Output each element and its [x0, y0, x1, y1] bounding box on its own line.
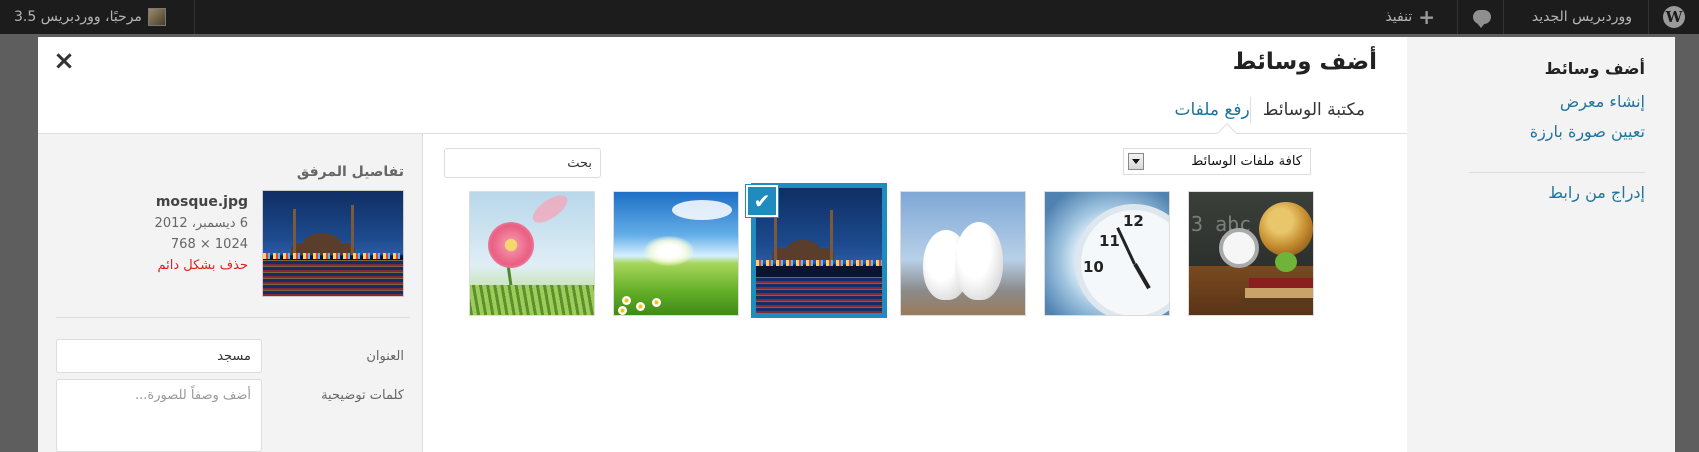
waterfront-lights — [756, 260, 882, 266]
mosque-image — [263, 191, 403, 296]
media-filter-label: كافة ملفات الوسائط — [1191, 154, 1302, 169]
grass-shape — [470, 285, 594, 315]
attachments-browser: كافة ملفات الوسائط 3 abc — [423, 134, 1407, 452]
water-reflection — [263, 260, 403, 296]
media-menu: أضف وسائط إنشاء معرض تعيين صورة بارزة إد… — [1407, 37, 1675, 452]
media-frame: × أضف وسائط رفع ملفات مكتبة الوسائط تفاص… — [38, 37, 1407, 452]
search-input[interactable] — [444, 148, 601, 178]
wordpress-logo-menu[interactable]: W — [1663, 0, 1685, 34]
admin-bar-divider — [194, 0, 195, 34]
water-reflection — [756, 277, 882, 313]
title-field[interactable] — [56, 339, 262, 373]
attachment-thumbnail[interactable]: 12 10 11 — [1044, 191, 1170, 316]
menu-item-add-media[interactable]: أضف وسائط — [1545, 59, 1645, 78]
admin-bar-divider — [1648, 0, 1649, 34]
flower-head-shape — [488, 222, 534, 268]
daisy-shape — [622, 296, 631, 305]
attachment-thumbnail[interactable] — [469, 191, 595, 316]
chevron-down-icon — [1128, 153, 1144, 170]
minaret — [774, 214, 777, 260]
tab-divider — [1249, 97, 1251, 123]
details-thumbnail — [262, 190, 404, 297]
clock-face: 12 10 11 — [1075, 204, 1169, 315]
menu-item-create-gallery[interactable]: إنشاء معرض — [1560, 92, 1645, 111]
details-info: mosque.jpg 6 ديسمبر، 2012 1024 × 768 حذف… — [155, 192, 248, 276]
minaret — [351, 205, 354, 255]
details-separator — [56, 317, 410, 318]
details-date: 6 ديسمبر، 2012 — [154, 216, 248, 231]
frame-title: أضف وسائط — [1232, 49, 1377, 75]
comment-bubble-icon — [1473, 10, 1491, 28]
media-filter-select[interactable]: كافة ملفات الوسائط — [1123, 148, 1311, 175]
dove-shape — [955, 222, 1003, 300]
cloud-shape — [672, 200, 732, 220]
my-account-menu[interactable]: مرحبًا، ووردبريس 3.5 — [14, 0, 166, 34]
attachment-sidebar: تفاصيل المرفق mosque.jpg 6 ديسمبر، 2012 … — [38, 134, 423, 452]
new-content-menu[interactable]: + تنفيذ — [1385, 0, 1435, 34]
doves-image — [901, 192, 1025, 315]
site-name-link[interactable]: ووردبريس الجديد — [1532, 0, 1632, 34]
attachment-details: تفاصيل المرفق mosque.jpg 6 ديسمبر، 2012 … — [38, 134, 423, 452]
tab-upload-files[interactable]: رفع ملفات — [1162, 97, 1249, 123]
frame-content: تفاصيل المرفق mosque.jpg 6 ديسمبر، 2012 … — [38, 134, 1407, 452]
details-heading: تفاصيل المرفق — [296, 164, 404, 180]
avatar — [147, 8, 166, 26]
selected-check-icon[interactable]: ✔ — [746, 185, 778, 217]
globe-shape — [1259, 202, 1313, 256]
clock-image: 12 10 11 — [1045, 192, 1169, 315]
greeting-label: مرحبًا، ووردبريس 3.5 — [14, 9, 142, 25]
clock-numeral: 11 — [1099, 232, 1120, 250]
flower-image — [470, 192, 594, 315]
alarm-clock-shape — [1219, 228, 1259, 268]
site-name-label: ووردبريس الجديد — [1531, 9, 1632, 25]
petal-shape — [528, 192, 572, 228]
apple-shape — [1275, 252, 1297, 272]
admin-bar-divider — [1503, 0, 1504, 34]
sun-glow — [644, 236, 694, 266]
book-shape — [1249, 278, 1313, 288]
menu-separator — [1469, 172, 1645, 173]
delete-permanently-link[interactable]: حذف بشكل دائم — [155, 255, 248, 276]
attachment-thumbnail[interactable] — [613, 191, 739, 316]
admin-bar-divider — [1457, 0, 1458, 34]
daisy-shape — [636, 302, 645, 311]
minaret — [293, 209, 296, 255]
waterfront-lights — [263, 253, 403, 259]
clock-numeral: 12 — [1123, 212, 1144, 230]
attachment-thumbnail[interactable]: 3 abc — [1188, 191, 1314, 316]
meadow-image — [614, 192, 738, 315]
daisy-shape — [652, 298, 661, 307]
details-dimensions: 1024 × 768 — [170, 237, 248, 252]
comments-link[interactable] — [1473, 0, 1491, 34]
title-label: العنوان — [366, 349, 404, 364]
attachment-thumbnail[interactable] — [900, 191, 1026, 316]
media-modal: أضف وسائط إنشاء معرض تعيين صورة بارزة إد… — [38, 37, 1675, 452]
minaret — [830, 210, 833, 260]
daisy-shape — [618, 306, 627, 315]
new-content-label: تنفيذ — [1385, 9, 1413, 25]
plus-icon: + — [1418, 5, 1435, 29]
close-button[interactable]: × — [52, 48, 76, 74]
book-shape — [1245, 288, 1313, 298]
school-supplies-image: 3 abc — [1189, 192, 1313, 315]
menu-item-set-featured-image[interactable]: تعيين صورة بارزة — [1530, 122, 1645, 141]
mosque-dome — [786, 240, 820, 260]
caption-field[interactable] — [56, 379, 262, 452]
caption-label: كلمات توضيحية — [321, 388, 404, 403]
clock-numeral: 10 — [1083, 258, 1104, 276]
wordpress-logo-icon: W — [1663, 6, 1685, 28]
tab-media-library[interactable]: مكتبة الوسائط — [1251, 97, 1377, 123]
admin-bar: W ووردبريس الجديد + تنفيذ مرحبًا، ووردبر… — [0, 0, 1699, 34]
media-router: رفع ملفات مكتبة الوسائط — [1162, 97, 1377, 123]
details-filename: mosque.jpg — [155, 194, 248, 210]
book-shape — [1241, 298, 1313, 308]
clock-hand — [1133, 263, 1151, 290]
menu-item-insert-from-url[interactable]: إدراج من رابط — [1548, 183, 1645, 202]
